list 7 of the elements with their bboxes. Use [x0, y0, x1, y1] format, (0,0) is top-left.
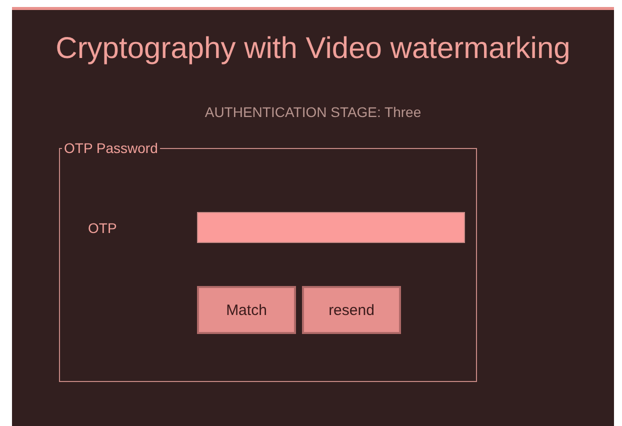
otp-label: OTP	[87, 220, 118, 236]
action-button[interactable]: resend	[302, 286, 401, 334]
window-title: Cryptography with Video watermarking	[56, 32, 570, 66]
stage-label: AUTHENTICATION STAGE: Three	[204, 104, 422, 120]
action-button[interactable]: Match	[197, 286, 296, 334]
group-title: OTP Password	[62, 140, 160, 156]
otp-input-field[interactable]	[197, 212, 465, 243]
